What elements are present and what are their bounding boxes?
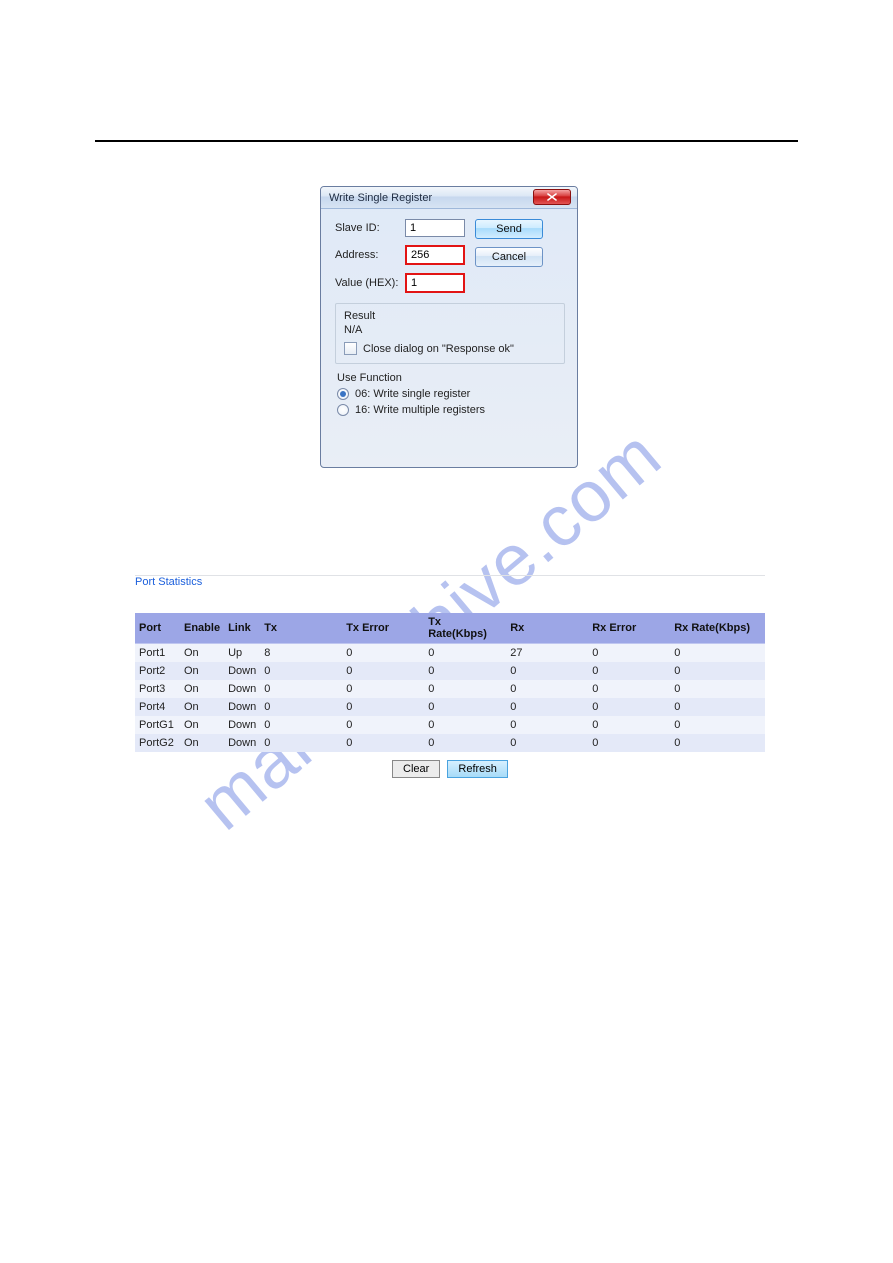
radio-write-single[interactable] (337, 388, 349, 400)
cell-enable: On (180, 716, 224, 734)
cell-txrate: 0 (424, 680, 506, 698)
cell-txrate: 0 (424, 662, 506, 680)
cell-link: Down (224, 698, 260, 716)
table-row: Port3OnDown000000 (135, 680, 765, 698)
cell-txrate: 0 (424, 716, 506, 734)
cell-txrate: 0 (424, 734, 506, 752)
table-row: PortG1OnDown000000 (135, 716, 765, 734)
cell-rx: 0 (506, 680, 588, 698)
use-function-title: Use Function (337, 372, 563, 384)
cell-rxrate: 0 (670, 716, 765, 734)
cell-link: Down (224, 716, 260, 734)
th-rxrate: Rx Rate(Kbps) (670, 613, 765, 644)
th-port: Port (135, 613, 180, 644)
refresh-button[interactable]: Refresh (447, 760, 508, 778)
slave-id-input[interactable] (405, 219, 465, 237)
table-row: Port1OnUp8002700 (135, 644, 765, 663)
cell-rxrate: 0 (670, 680, 765, 698)
table-row: Port2OnDown000000 (135, 662, 765, 680)
th-tx: Tx (260, 613, 342, 644)
port-statistics-panel: Port Statistics Port Enable Link Tx Tx E… (135, 575, 765, 775)
address-label: Address: (335, 249, 405, 261)
th-txerr: Tx Error (342, 613, 424, 644)
result-fieldset: Result N/A Close dialog on "Response ok" (335, 303, 565, 364)
cell-port: PortG2 (135, 734, 180, 752)
port-statistics-table: Port Enable Link Tx Tx Error Tx Rate(Kbp… (135, 613, 765, 752)
th-link: Link (224, 613, 260, 644)
use-function-group: Use Function 06: Write single register 1… (335, 372, 565, 416)
send-button[interactable]: Send (475, 219, 543, 239)
cell-tx: 0 (260, 662, 342, 680)
address-input[interactable] (405, 245, 465, 265)
cell-txerr: 0 (342, 734, 424, 752)
cell-tx: 8 (260, 644, 342, 663)
cell-enable: On (180, 644, 224, 663)
cell-rx: 0 (506, 698, 588, 716)
cell-rxerr: 0 (588, 716, 670, 734)
cell-tx: 0 (260, 698, 342, 716)
cell-rxrate: 0 (670, 734, 765, 752)
th-rx: Rx (506, 613, 588, 644)
th-enable: Enable (180, 613, 224, 644)
write-single-register-dialog: Write Single Register Slave ID: Address: (320, 186, 578, 468)
radio-write-multiple[interactable] (337, 404, 349, 416)
result-value: N/A (344, 324, 556, 336)
cell-txerr: 0 (342, 662, 424, 680)
cell-rxerr: 0 (588, 662, 670, 680)
table-row: PortG2OnDown000000 (135, 734, 765, 752)
cell-rx: 27 (506, 644, 588, 663)
cell-tx: 0 (260, 716, 342, 734)
cell-txerr: 0 (342, 716, 424, 734)
cell-rxerr: 0 (588, 680, 670, 698)
cancel-button[interactable]: Cancel (475, 247, 543, 267)
cell-link: Up (224, 644, 260, 663)
cell-rx: 0 (506, 716, 588, 734)
divider-rule (95, 140, 798, 142)
dialog-titlebar[interactable]: Write Single Register (321, 187, 577, 209)
cell-txrate: 0 (424, 644, 506, 663)
close-button[interactable] (533, 189, 571, 205)
cell-link: Down (224, 734, 260, 752)
cell-port: Port3 (135, 680, 180, 698)
cell-enable: On (180, 662, 224, 680)
table-row: Port4OnDown000000 (135, 698, 765, 716)
cell-link: Down (224, 662, 260, 680)
cell-enable: On (180, 698, 224, 716)
cell-port: Port4 (135, 698, 180, 716)
slave-id-label: Slave ID: (335, 222, 405, 234)
cell-link: Down (224, 680, 260, 698)
cell-rxrate: 0 (670, 644, 765, 663)
cell-txrate: 0 (424, 698, 506, 716)
cell-rxerr: 0 (588, 734, 670, 752)
close-on-response-label: Close dialog on "Response ok" (363, 343, 514, 355)
cell-enable: On (180, 734, 224, 752)
cell-rxrate: 0 (670, 698, 765, 716)
cell-port: Port2 (135, 662, 180, 680)
cell-txerr: 0 (342, 698, 424, 716)
close-on-response-checkbox[interactable] (344, 342, 357, 355)
port-statistics-title: Port Statistics (135, 576, 765, 588)
cell-txerr: 0 (342, 644, 424, 663)
cell-port: Port1 (135, 644, 180, 663)
cell-tx: 0 (260, 734, 342, 752)
cell-txerr: 0 (342, 680, 424, 698)
cell-tx: 0 (260, 680, 342, 698)
dialog-title: Write Single Register (329, 192, 432, 204)
result-legend: Result (344, 310, 556, 322)
value-hex-input[interactable] (405, 273, 465, 293)
radio-write-single-label: 06: Write single register (355, 388, 470, 400)
cell-rxrate: 0 (670, 662, 765, 680)
th-txrate: Tx Rate(Kbps) (424, 613, 506, 644)
cell-port: PortG1 (135, 716, 180, 734)
radio-write-multiple-label: 16: Write multiple registers (355, 404, 485, 416)
value-hex-label: Value (HEX): (335, 277, 405, 289)
cell-rxerr: 0 (588, 698, 670, 716)
cell-rx: 0 (506, 662, 588, 680)
cell-enable: On (180, 680, 224, 698)
close-icon (547, 193, 557, 201)
cell-rx: 0 (506, 734, 588, 752)
th-rxerr: Rx Error (588, 613, 670, 644)
cell-rxerr: 0 (588, 644, 670, 663)
clear-button[interactable]: Clear (392, 760, 440, 778)
